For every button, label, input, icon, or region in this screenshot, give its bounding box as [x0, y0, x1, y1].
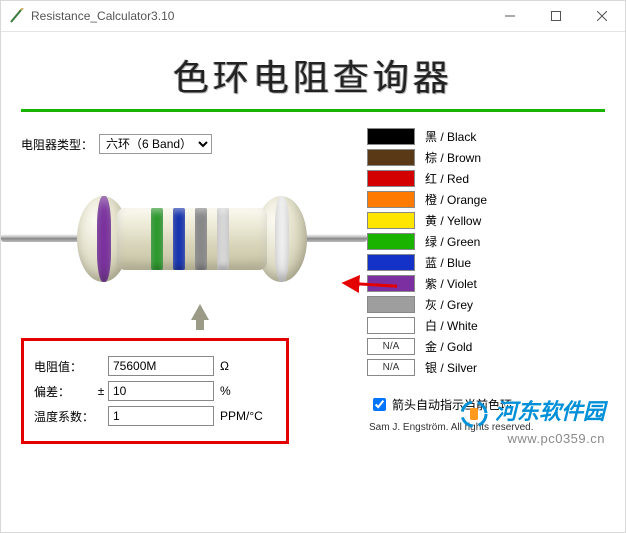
color-band-4[interactable] [195, 208, 207, 270]
lead-left [1, 234, 79, 242]
tempco-label: 温度系数： [34, 408, 94, 425]
resistor-tube [117, 208, 267, 270]
legend-row[interactable]: 白 / White [367, 315, 607, 335]
client-area: 色环电阻查询器 电阻器类型： 六环（6 Band） [1, 31, 625, 532]
credit-text: Sam J. Engström. All rights reserved. [369, 422, 607, 433]
app-icon [9, 8, 25, 24]
swatch-na: N/A [367, 338, 415, 355]
divider [21, 109, 605, 112]
tolerance-input[interactable] [108, 381, 214, 401]
color-swatch [367, 149, 415, 166]
color-band-2[interactable] [151, 208, 163, 270]
type-label: 电阻器类型： [21, 136, 93, 153]
legend-row[interactable]: 黑 / Black [367, 126, 607, 146]
resistor-body[interactable] [77, 196, 307, 282]
plus-minus: ± [94, 384, 108, 398]
legend-row[interactable]: 灰 / Grey [367, 294, 607, 314]
ppm-unit: PPM/°C [220, 409, 263, 423]
color-swatch [367, 170, 415, 187]
resistance-value-input[interactable] [108, 356, 214, 376]
legend-label: 橙 / Orange [425, 191, 487, 208]
left-pane: 电阻器类型： 六环（6 Band） [19, 126, 359, 444]
legend-label: 白 / White [425, 317, 478, 334]
legend-label: 银 / Silver [425, 359, 477, 376]
color-band-5[interactable] [217, 208, 229, 270]
tolerance-label: 偏差： [34, 383, 94, 400]
color-swatch [367, 128, 415, 145]
legend-row[interactable]: N/A 银 / Silver [367, 357, 607, 377]
legend-label: 绿 / Green [425, 233, 480, 250]
type-row: 电阻器类型： 六环（6 Band） [21, 134, 359, 154]
color-swatch [367, 212, 415, 229]
value-label: 电阻值： [34, 358, 94, 375]
legend-row[interactable]: 红 / Red [367, 168, 607, 188]
color-legend: 黑 / Black 棕 / Brown 红 / Red 橙 / Orange 黄 / Y… [367, 126, 607, 377]
window-title: Resistance_Calculator3.10 [31, 9, 487, 23]
legend-row[interactable]: 棕 / Brown [367, 147, 607, 167]
page-title: 色环电阻查询器 [19, 49, 607, 101]
percent-unit: % [220, 384, 231, 398]
legend-label: 黑 / Black [425, 128, 476, 145]
close-button[interactable] [579, 1, 625, 31]
color-band-3[interactable] [173, 208, 185, 270]
auto-arrow-label: 箭头自动指示当前色环 [392, 396, 512, 413]
color-swatch [367, 317, 415, 334]
tempco-input[interactable] [108, 406, 214, 426]
legend-row[interactable]: 黄 / Yellow [367, 210, 607, 230]
color-swatch [367, 233, 415, 250]
legend-row[interactable]: 蓝 / Blue [367, 252, 607, 272]
maximize-button[interactable] [533, 1, 579, 31]
color-band-1[interactable] [97, 196, 111, 282]
color-swatch [367, 191, 415, 208]
legend-label: 红 / Red [425, 170, 469, 187]
color-band-6[interactable] [275, 196, 289, 282]
arrow-up-icon [191, 304, 209, 320]
auto-arrow-checkbox[interactable] [373, 398, 386, 411]
readout-panel: 电阻值： Ω 偏差： ± % 温度系数： [21, 338, 289, 444]
legend-row[interactable]: N/A 金 / Gold [367, 336, 607, 356]
resistor-graphic [19, 172, 359, 302]
legend-label: 灰 / Grey [425, 296, 473, 313]
band-count-select[interactable]: 六环（6 Band） [99, 134, 212, 154]
legend-label: 棕 / Brown [425, 149, 481, 166]
legend-row[interactable]: 绿 / Green [367, 231, 607, 251]
legend-label: 蓝 / Blue [425, 254, 471, 271]
titlebar: Resistance_Calculator3.10 [1, 1, 625, 32]
minimize-button[interactable] [487, 1, 533, 31]
legend-label: 金 / Gold [425, 338, 472, 355]
ohm-unit: Ω [220, 359, 229, 373]
legend-label: 黄 / Yellow [425, 212, 481, 229]
auto-arrow-row: 箭头自动指示当前色环 [369, 395, 607, 414]
app-window: Resistance_Calculator3.10 色环电阻查询器 电阻器类型：… [0, 0, 626, 533]
swatch-na: N/A [367, 359, 415, 376]
legend-row[interactable]: 橙 / Orange [367, 189, 607, 209]
legend-label: 紫 / Violet [425, 275, 477, 292]
current-band-pointer [191, 298, 209, 320]
